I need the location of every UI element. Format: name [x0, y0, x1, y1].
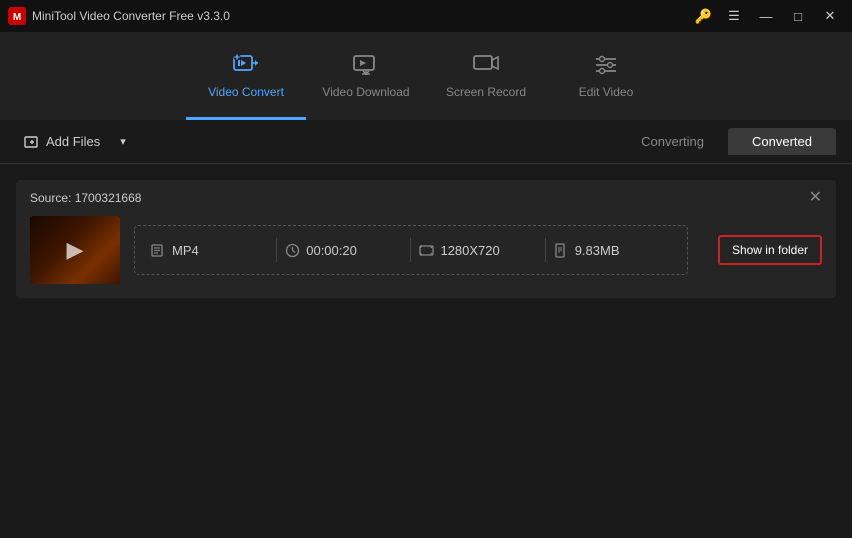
key-icon[interactable]: 🔑 — [695, 8, 712, 25]
item-info-box: MP4 00:00:20 — [134, 225, 688, 275]
video-convert-icon — [232, 51, 260, 79]
play-icon: ▶ — [67, 237, 84, 263]
app-title: MiniTool Video Converter Free v3.3.0 — [32, 9, 230, 23]
nav-item-video-download[interactable]: Video Download — [306, 32, 426, 120]
nav-bar: Video Convert Video Download Screen Reco… — [0, 32, 852, 120]
title-bar: M MiniTool Video Converter Free v3.3.0 🔑… — [0, 0, 852, 32]
nav-item-video-convert[interactable]: Video Convert — [186, 32, 306, 120]
item-header: Source: 1700321668 ✕ — [30, 190, 822, 206]
tab-converting[interactable]: Converting — [617, 128, 728, 155]
tabs-container: Converting Converted — [617, 128, 836, 155]
duration-icon — [285, 243, 300, 258]
add-files-button[interactable]: Add Files — [16, 130, 108, 154]
converted-item-card: Source: 1700321668 ✕ ▶ — [16, 180, 836, 298]
format-icon — [151, 243, 166, 258]
title-bar-left: M MiniTool Video Converter Free v3.3.0 — [8, 7, 230, 25]
duration-value: 00:00:20 — [306, 243, 357, 258]
video-download-icon — [352, 51, 380, 79]
filesize-icon — [554, 243, 569, 258]
nav-item-screen-record[interactable]: Screen Record — [426, 32, 546, 120]
format-field: MP4 — [151, 243, 268, 258]
duration-field: 00:00:20 — [285, 243, 402, 258]
source-label: Source: — [30, 191, 71, 205]
filesize-value: 9.83MB — [575, 243, 620, 258]
resolution-icon — [419, 243, 434, 258]
item-source: Source: 1700321668 — [30, 191, 141, 205]
tab-converted[interactable]: Converted — [728, 128, 836, 155]
show-in-folder-button[interactable]: Show in folder — [718, 235, 822, 265]
toolbar: Add Files ▾ Converting Converted — [0, 120, 852, 164]
format-value: MP4 — [172, 243, 199, 258]
screen-record-icon — [472, 51, 500, 79]
svg-text:M: M — [13, 12, 21, 23]
title-bar-controls: 🔑 ☰ — □ ✕ — [695, 6, 844, 26]
separator-2 — [410, 238, 411, 262]
item-body: ▶ MP4 — [30, 216, 822, 284]
edit-video-icon — [592, 51, 620, 79]
nav-edit-video-label: Edit Video — [579, 85, 634, 99]
nav-video-download-label: Video Download — [322, 85, 409, 99]
minimize-button[interactable]: — — [752, 6, 780, 26]
close-button[interactable]: ✕ — [816, 6, 844, 26]
source-value: 1700321668 — [75, 191, 142, 205]
menu-button[interactable]: ☰ — [720, 6, 748, 26]
maximize-button[interactable]: □ — [784, 6, 812, 26]
add-files-icon — [24, 134, 40, 150]
add-files-dropdown-button[interactable]: ▾ — [116, 131, 130, 152]
app-logo: M — [8, 7, 26, 25]
add-files-label: Add Files — [46, 134, 100, 149]
thumbnail-overlay: ▶ — [30, 216, 120, 284]
video-thumbnail: ▶ — [30, 216, 120, 284]
filesize-field: 9.83MB — [554, 243, 671, 258]
nav-screen-record-label: Screen Record — [446, 85, 526, 99]
close-item-button[interactable]: ✕ — [809, 190, 822, 206]
separator-1 — [276, 238, 277, 262]
nav-video-convert-label: Video Convert — [208, 85, 284, 99]
resolution-value: 1280X720 — [440, 243, 499, 258]
nav-item-edit-video[interactable]: Edit Video — [546, 32, 666, 120]
resolution-field: 1280X720 — [419, 243, 536, 258]
main-content: Source: 1700321668 ✕ ▶ — [0, 164, 852, 538]
separator-3 — [545, 238, 546, 262]
